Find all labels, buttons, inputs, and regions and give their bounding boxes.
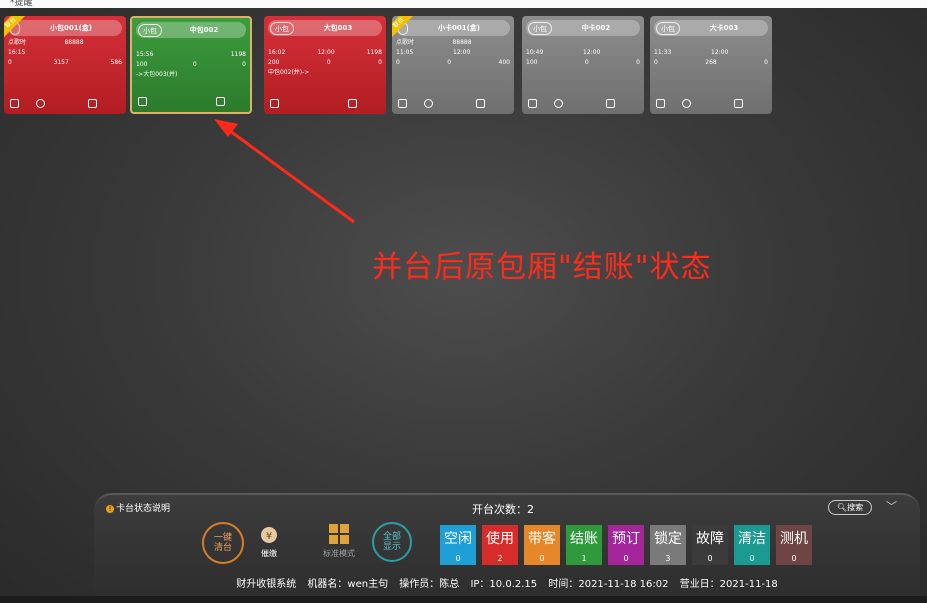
urge-pay-button[interactable]: ¥ 催缴 bbox=[258, 523, 280, 559]
status-filter-5[interactable]: 锁定 3 bbox=[650, 525, 686, 565]
status-label: 空闲 bbox=[444, 531, 472, 547]
status-count: 0 bbox=[539, 554, 545, 563]
svg-text:¥: ¥ bbox=[266, 531, 272, 542]
legend-label: 卡台状态说明 bbox=[116, 504, 171, 514]
show-all-line2: 显示 bbox=[382, 542, 401, 552]
status-filter-8[interactable]: 测机 0 bbox=[776, 525, 812, 565]
footer-bizday: 营业日：2021-11-18 bbox=[679, 579, 778, 590]
taskbar bbox=[0, 596, 927, 603]
clear-all-line2: 清台 bbox=[213, 543, 232, 553]
status-legend-link[interactable]: ! 卡台状态说明 bbox=[106, 501, 170, 514]
status-label: 使用 bbox=[486, 531, 514, 547]
footer-operator: 操作员：陈总 bbox=[399, 579, 460, 590]
money-bag-icon: ¥ bbox=[258, 523, 280, 545]
footer-info: 财升收银系统 机器名：wen主句 操作员：陈总 IP：10.0.2.15 时间：… bbox=[94, 575, 920, 590]
clear-all-line1: 一键 bbox=[213, 533, 232, 543]
status-count: 0 bbox=[791, 554, 797, 563]
grid-icon bbox=[328, 523, 350, 545]
status-label: 清洁 bbox=[738, 531, 766, 547]
status-filter-0[interactable]: 空闲 0 bbox=[440, 525, 476, 565]
show-all-line1: 全部 bbox=[382, 532, 401, 542]
footer-time: 时间：2021-11-18 16:02 bbox=[548, 579, 669, 590]
footer-ip: IP：10.0.2.15 bbox=[470, 579, 538, 590]
status-filter-6[interactable]: 故障 0 bbox=[692, 525, 728, 565]
urge-pay-label: 催缴 bbox=[261, 549, 277, 558]
status-label: 预订 bbox=[612, 531, 640, 547]
status-count: 0 bbox=[749, 554, 755, 563]
status-filter-7[interactable]: 清洁 0 bbox=[734, 525, 770, 565]
status-count: 3 bbox=[665, 554, 671, 563]
annotation-text: 并台后原包厢"结账"状态 bbox=[372, 250, 712, 285]
clear-all-button[interactable]: 一键 清台 bbox=[202, 522, 244, 564]
status-panel: ! 卡台状态说明 开台次数：2 🔍︎搜索 ﹀ 一键 清台 ¥ 催缴 标准模式 全部显… bbox=[94, 493, 920, 596]
status-label: 锁定 bbox=[654, 531, 682, 547]
open-count: 开台次数：2 bbox=[472, 503, 534, 516]
status-count: 1 bbox=[581, 554, 587, 563]
info-icon: ! bbox=[106, 505, 114, 513]
search-label: 搜索 bbox=[847, 503, 864, 512]
status-count: 2 bbox=[497, 554, 503, 563]
search-button[interactable]: 🔍︎搜索 bbox=[828, 500, 872, 515]
status-filter-3[interactable]: 结账 1 bbox=[566, 525, 602, 565]
show-all-button[interactable]: 全部 显示 bbox=[372, 522, 412, 562]
status-count: 0 bbox=[707, 554, 713, 563]
standard-mode-button[interactable]: 标准模式 bbox=[316, 523, 362, 559]
status-count: 0 bbox=[455, 554, 461, 563]
status-label: 带客 bbox=[528, 531, 556, 547]
status-label: 测机 bbox=[780, 531, 808, 547]
status-filter-2[interactable]: 带客 0 bbox=[524, 525, 560, 565]
status-label: 结账 bbox=[570, 531, 598, 547]
standard-mode-label: 标准模式 bbox=[323, 549, 355, 558]
footer-system: 财升收银系统 bbox=[236, 579, 297, 590]
status-label: 故障 bbox=[696, 531, 724, 547]
chevron-down-icon[interactable]: ﹀ bbox=[886, 498, 897, 514]
status-filter-1[interactable]: 使用 2 bbox=[482, 525, 518, 565]
status-count: 0 bbox=[623, 554, 629, 563]
footer-machine: 机器名：wen主句 bbox=[307, 579, 389, 590]
status-filter-4[interactable]: 预订 0 bbox=[608, 525, 644, 565]
